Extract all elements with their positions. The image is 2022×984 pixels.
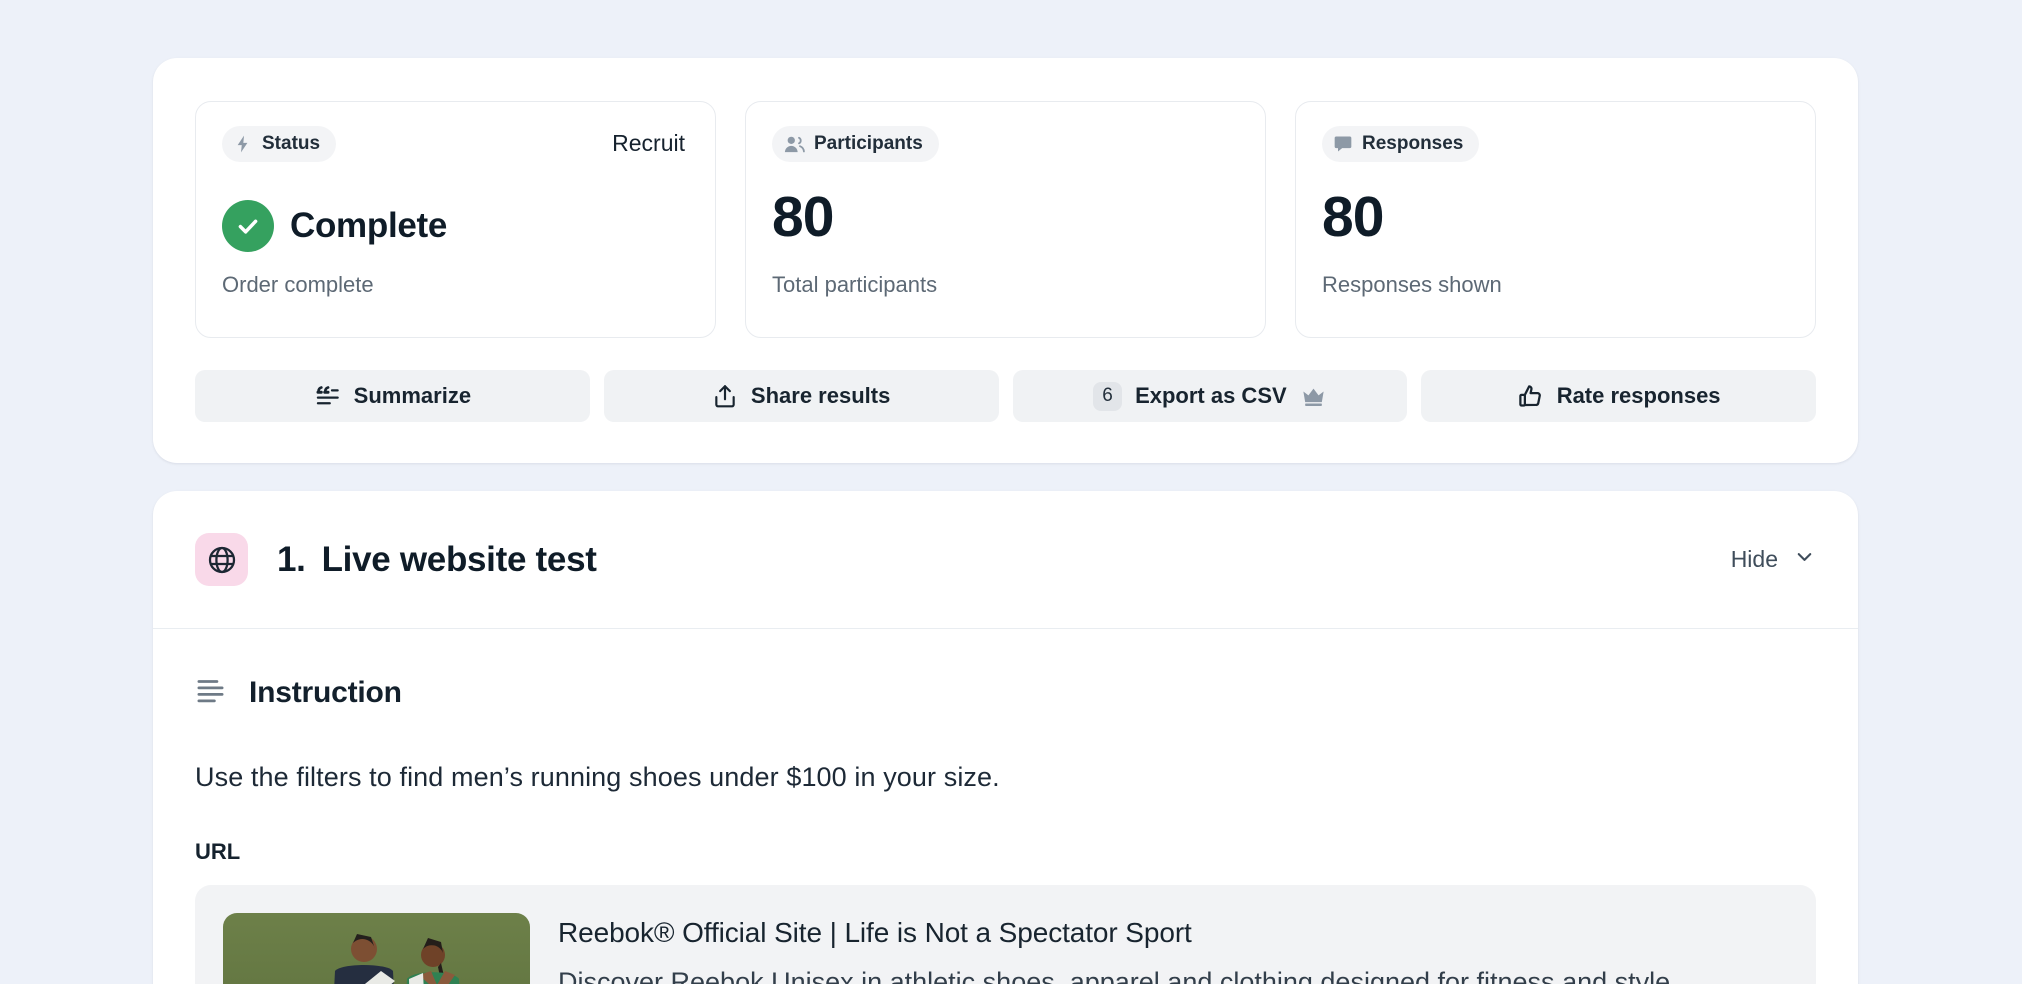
responses-badge-label: Responses xyxy=(1362,133,1463,155)
participants-badge: Participants xyxy=(772,126,939,162)
stat-cards-row: Status Recruit Complete Order complete P… xyxy=(195,101,1816,338)
section-number: 1. xyxy=(277,540,306,580)
export-count-badge: 6 xyxy=(1093,382,1122,411)
status-value: Complete xyxy=(290,206,447,246)
thumbs-up-icon xyxy=(1517,383,1544,410)
recruit-button[interactable]: Recruit xyxy=(612,130,685,157)
participants-caption: Total participants xyxy=(772,272,937,298)
summarize-icon xyxy=(314,383,341,410)
participants-card: Participants 80 Total participants xyxy=(745,101,1266,338)
section-header: 1. Live website test Hide xyxy=(153,491,1858,629)
responses-card: Responses 80 Responses shown xyxy=(1295,101,1816,338)
people-icon xyxy=(783,134,805,154)
globe-icon xyxy=(195,533,248,586)
preview-title: Reebok® Official Site | Life is Not a Sp… xyxy=(558,917,1678,949)
rate-responses-button[interactable]: Rate responses xyxy=(1421,370,1816,422)
summarize-button[interactable]: Summarize xyxy=(195,370,590,422)
responses-badge: Responses xyxy=(1322,126,1479,162)
live-website-test-panel: 1. Live website test Hide Instruction Us… xyxy=(153,491,1858,984)
responses-count: 80 xyxy=(1322,184,1383,250)
instruction-heading: Instruction xyxy=(249,676,402,710)
preview-image xyxy=(223,913,530,984)
url-preview-card[interactable]: Reebok® Official Site | Life is Not a Sp… xyxy=(195,885,1816,984)
status-badge-label: Status xyxy=(262,133,320,155)
preview-text: Reebok® Official Site | Life is Not a Sp… xyxy=(558,913,1678,984)
check-circle-icon xyxy=(222,200,274,252)
share-icon xyxy=(712,383,738,409)
rate-responses-button-label: Rate responses xyxy=(1557,383,1721,409)
status-badge: Status xyxy=(222,126,336,162)
crown-icon xyxy=(1300,383,1327,410)
summarize-button-label: Summarize xyxy=(354,383,471,409)
responses-caption: Responses shown xyxy=(1322,272,1502,298)
status-value-row: Complete xyxy=(222,200,447,252)
section-title-text: Live website test xyxy=(322,540,597,580)
speech-bubble-icon xyxy=(1333,134,1353,154)
results-summary-panel: Status Recruit Complete Order complete P… xyxy=(153,58,1858,463)
actions-row: Summarize Share results 6 Export as CSV … xyxy=(195,370,1816,422)
instruction-text: Use the filters to find men’s running sh… xyxy=(195,762,1816,793)
section-content: Instruction Use the filters to find men’… xyxy=(153,675,1858,984)
status-caption: Order complete xyxy=(222,272,374,298)
url-label: URL xyxy=(195,839,1816,865)
share-results-button[interactable]: Share results xyxy=(604,370,999,422)
chevron-down-icon xyxy=(1793,545,1816,574)
participants-count: 80 xyxy=(772,184,833,250)
export-csv-button-label: Export as CSV xyxy=(1135,383,1287,409)
hide-toggle-label: Hide xyxy=(1731,546,1778,573)
section-title: 1. Live website test xyxy=(277,540,597,580)
lightning-icon xyxy=(233,134,253,154)
preview-description: Discover Reebok Unisex in athletic shoes… xyxy=(558,967,1678,984)
hide-toggle[interactable]: Hide xyxy=(1731,545,1816,574)
participants-badge-label: Participants xyxy=(814,133,923,155)
instruction-header: Instruction xyxy=(195,675,1816,711)
status-card: Status Recruit Complete Order complete xyxy=(195,101,716,338)
share-results-button-label: Share results xyxy=(751,383,890,409)
text-lines-icon xyxy=(195,675,226,711)
export-csv-button[interactable]: 6 Export as CSV xyxy=(1013,370,1408,422)
